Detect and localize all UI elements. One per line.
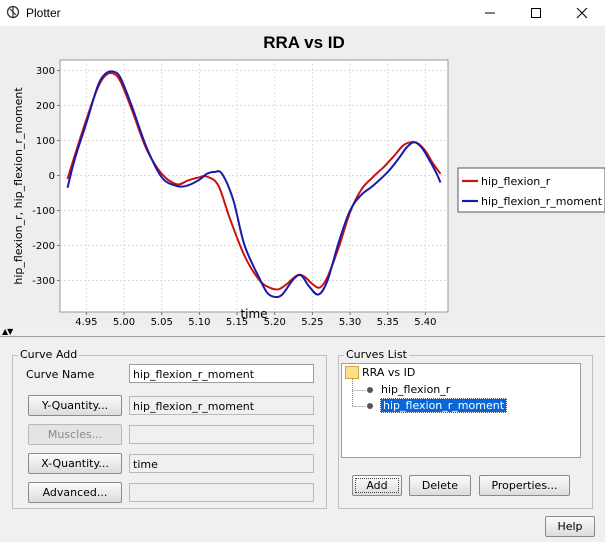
maximize-icon — [531, 8, 541, 18]
legend-label-hip-flexion-r-moment: hip_flexion_r_moment — [481, 195, 603, 208]
x-quantity-field: time — [129, 454, 314, 473]
minimize-icon — [485, 12, 495, 14]
x-axis-label: time — [240, 307, 267, 321]
curve-properties-button[interactable]: Properties... — [479, 475, 570, 496]
window-title: Plotter — [26, 6, 61, 20]
legend-label-hip-flexion-r: hip_flexion_r — [481, 175, 551, 188]
advanced-field — [129, 483, 314, 502]
x-tick-label: 5.35 — [377, 317, 399, 328]
opensim-app-icon — [6, 5, 20, 19]
close-icon — [576, 7, 588, 19]
tree-connector-lines — [352, 379, 366, 407]
y-tick-label: 200 — [36, 101, 55, 112]
curve-add-title: Curve Add — [18, 348, 80, 361]
x-tick-label: 5.40 — [414, 317, 436, 328]
title-bar: Plotter — [0, 0, 605, 26]
curve-leaf-icon — [367, 403, 373, 409]
advanced-button[interactable]: Advanced... — [28, 482, 122, 503]
muscles-button[interactable]: Muscles... — [28, 424, 122, 445]
chart-panel[interactable]: 4.95 5.00 5.05 5.10 5.15 5.20 5.25 5.30 5.35 5.40… — [0, 26, 605, 328]
legend: hip_flexion_r hip_flexion_r_moment — [457, 167, 605, 213]
help-button[interactable]: Help — [545, 516, 595, 537]
y-tick-label: -200 — [32, 241, 55, 252]
y-quantity-field: hip_flexion_r_moment — [129, 396, 314, 415]
chart-title: RRA vs ID — [263, 33, 345, 52]
minimize-button[interactable] — [467, 0, 513, 26]
add-curve-button[interactable]: Add — [352, 475, 402, 496]
x-tick-label: 5.05 — [151, 317, 173, 328]
x-tick-label: 5.25 — [301, 317, 323, 328]
delete-curve-button[interactable]: Delete — [409, 475, 471, 496]
maximize-button[interactable] — [513, 0, 559, 26]
x-tick-label: 5.10 — [188, 317, 210, 328]
y-tick-label: 100 — [36, 136, 55, 147]
split-pane-divider[interactable]: ▲▼ — [0, 328, 605, 337]
x-tick-label: 5.30 — [339, 317, 361, 328]
curve-name-label: Curve Name — [26, 368, 95, 381]
line-chart: 4.95 5.00 5.05 5.10 5.15 5.20 5.25 5.30 5.35 5.40… — [12, 33, 605, 328]
y-quantity-button[interactable]: Y-Quantity... — [28, 395, 122, 416]
y-tick-label: 300 — [36, 66, 55, 77]
y-tick-label: -100 — [32, 206, 55, 217]
x-quantity-button[interactable]: X-Quantity... — [28, 453, 122, 474]
x-tick-label: 5.00 — [113, 317, 135, 328]
close-button[interactable] — [559, 0, 605, 26]
x-tick-label: 4.95 — [75, 317, 97, 328]
y-axis-label: hip_flexion_r, hip_flexion_r_moment — [12, 87, 25, 285]
curves-tree[interactable]: RRA vs ID hip_flexion_r hip_flexion_r_mo… — [341, 363, 581, 458]
splitter-arrows-icon[interactable]: ▲▼ — [2, 328, 13, 336]
tree-item-curve-selected[interactable]: hip_flexion_r_moment — [380, 398, 508, 413]
muscles-field — [129, 425, 314, 444]
tree-item-curve[interactable]: hip_flexion_r — [381, 382, 450, 397]
y-tick-label: -300 — [32, 276, 55, 287]
y-tick-label: 0 — [49, 171, 55, 182]
curve-name-input[interactable]: hip_flexion_r_moment — [129, 364, 314, 383]
curve-leaf-icon — [367, 387, 373, 393]
curves-list-title: Curves List — [344, 348, 409, 361]
